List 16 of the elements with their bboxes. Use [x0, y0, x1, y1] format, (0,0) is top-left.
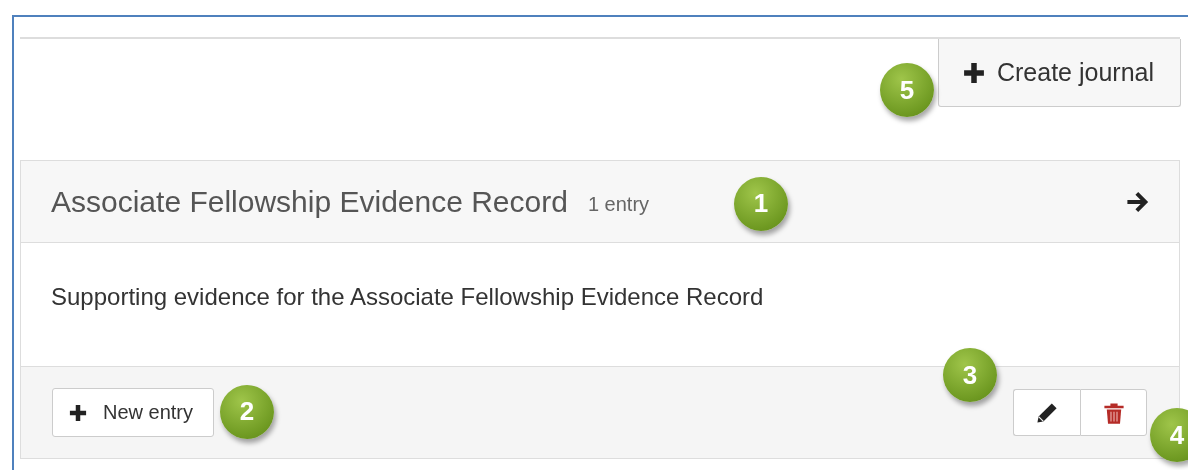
arrow-right-icon[interactable] [1125, 189, 1149, 214]
journal-title[interactable]: Associate Fellowship Evidence Record [51, 184, 568, 219]
callout-badge: 3 [943, 348, 997, 402]
new-entry-button[interactable]: New entry [52, 388, 215, 437]
create-journal-button[interactable]: Create journal [937, 39, 1181, 107]
journal-description: Supporting evidence for the Associate Fellowship Evidence Record [51, 282, 764, 311]
callout-badge: 4 [1150, 408, 1188, 462]
callout-badge: 5 [879, 63, 934, 117]
entry-count: 1 entry [587, 193, 650, 216]
plus-icon [962, 61, 985, 84]
trash-icon [1101, 400, 1126, 425]
delete-button[interactable] [1080, 389, 1147, 436]
edit-button[interactable] [1013, 389, 1080, 436]
callout-badge: 1 [733, 176, 788, 231]
plus-icon [69, 403, 87, 422]
callout-badge: 2 [220, 384, 275, 439]
